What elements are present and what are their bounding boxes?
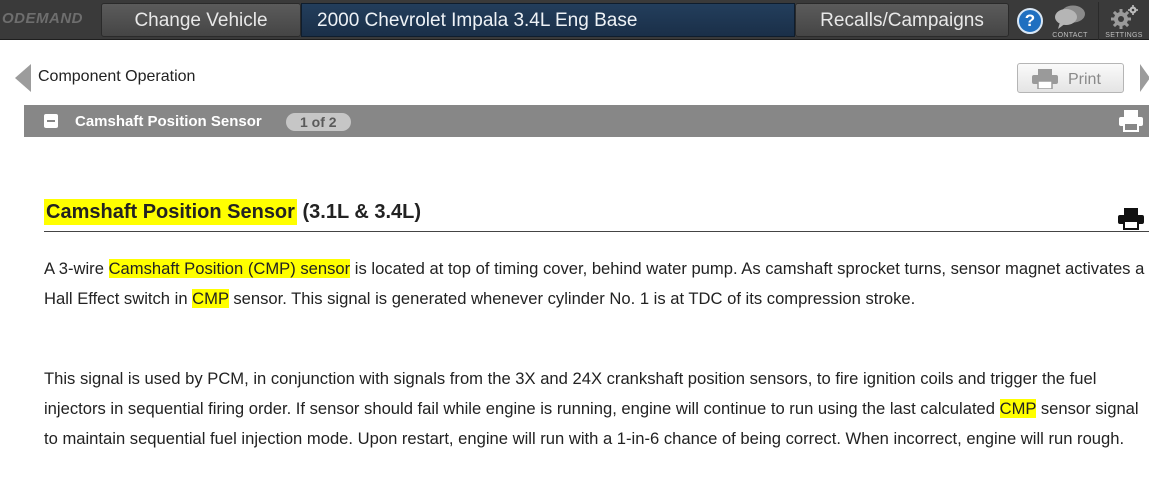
vehicle-title: 2000 Chevrolet Impala 3.4L Eng Base (301, 3, 795, 37)
chat-bubbles-icon (1055, 5, 1085, 29)
paragraph: This signal is used by PCM, in conjuncti… (44, 364, 1149, 454)
help-button[interactable]: ? (1017, 8, 1043, 34)
article-heading: Camshaft Position Sensor (3.1L & 3.4L) (44, 194, 421, 230)
printer-icon (1032, 69, 1058, 89)
app-logo: ODEMAND (2, 10, 83, 27)
print-button-label: Print (1068, 71, 1101, 88)
contact-button[interactable]: CONTACT (1047, 2, 1093, 40)
highlighted-term: CMP (999, 399, 1037, 418)
forward-arrow-icon[interactable] (1140, 64, 1149, 92)
paragraph: A 3-wire Camshaft Position (CMP) sensor … (44, 254, 1149, 314)
gears-icon (1111, 5, 1138, 29)
settings-button[interactable]: SETTINGS (1098, 2, 1149, 40)
section-title: Camshaft Position Sensor (75, 113, 262, 130)
collapse-icon[interactable] (44, 114, 58, 128)
contact-label: CONTACT (1052, 32, 1088, 39)
breadcrumb: Component Operation (38, 68, 196, 85)
recalls-campaigns-button[interactable]: Recalls/Campaigns (795, 3, 1009, 37)
printer-icon[interactable] (1119, 110, 1143, 132)
page-indicator-badge: 1 of 2 (286, 113, 351, 131)
printer-icon[interactable] (1118, 208, 1144, 230)
heading-highlight: Camshaft Position Sensor (44, 199, 297, 225)
section-header-bar: Camshaft Position Sensor 1 of 2 (24, 105, 1149, 137)
highlighted-term: CMP (192, 289, 229, 308)
settings-label: SETTINGS (1105, 32, 1143, 39)
back-arrow-icon[interactable] (15, 64, 31, 92)
heading-divider (44, 231, 1149, 232)
text-run: A 3-wire (44, 259, 109, 278)
top-navigation-bar: ODEMAND Change Vehicle 2000 Chevrolet Im… (0, 0, 1149, 40)
text-run: This signal is used by PCM, in conjuncti… (44, 369, 1097, 418)
highlighted-term: Camshaft Position (CMP) sensor (108, 259, 351, 278)
heading-suffix: (3.1L & 3.4L) (296, 201, 422, 223)
change-vehicle-button[interactable]: Change Vehicle (101, 3, 301, 37)
print-button[interactable]: Print (1017, 63, 1124, 93)
text-run: sensor. This signal is generated wheneve… (228, 289, 916, 308)
